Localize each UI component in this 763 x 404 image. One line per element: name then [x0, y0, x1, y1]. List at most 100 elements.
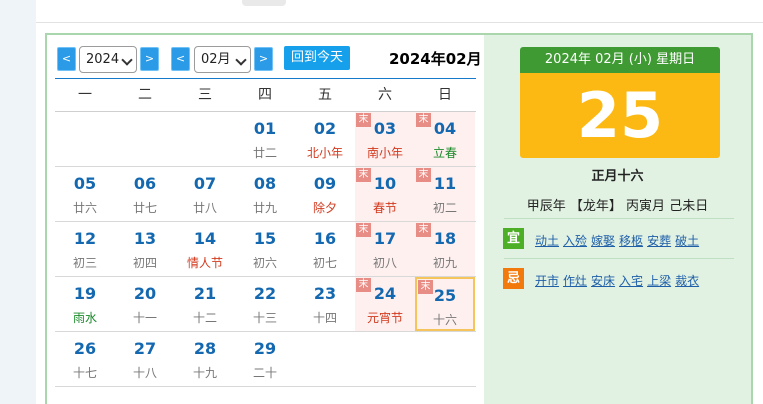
day-number: 04: [433, 119, 457, 138]
year-select[interactable]: 2024: [79, 46, 137, 73]
lunar-label: 初六: [252, 256, 277, 270]
yi-activity-link[interactable]: 破土: [675, 234, 699, 248]
day-cell[interactable]: 末 11 初二: [415, 167, 475, 221]
day-number: 07: [193, 174, 217, 193]
chevron-down-icon: [235, 54, 247, 66]
week-row: 01 廿二 02 北小年末 03 南小年末 04 立春: [55, 112, 476, 167]
prev-month-button[interactable]: <: [171, 47, 190, 71]
day-number: 25: [433, 286, 457, 305]
day-cell[interactable]: 12 初三: [55, 222, 115, 276]
day-cell[interactable]: 14 情人节: [175, 222, 235, 276]
day-cell[interactable]: 06 廿七: [115, 167, 175, 221]
week-row: 26 十七 27 十八 28 十九 29 二十: [55, 332, 476, 387]
next-month-button[interactable]: >: [254, 47, 273, 71]
weekday-label: 四: [258, 87, 272, 103]
lunar-label: 十九: [192, 366, 217, 380]
top-tab-handle[interactable]: [242, 0, 286, 6]
day-cell[interactable]: 21 十二: [175, 277, 235, 331]
day-cell[interactable]: 07 廿八: [175, 167, 235, 221]
ji-activity-link[interactable]: 安床: [591, 274, 615, 288]
day-detail-panel: 2024年 02月 (小) 星期日 25 正月十六 甲辰年 【龙年】 丙寅月 己…: [484, 35, 751, 404]
day-cell[interactable]: 末 24 元宵节: [355, 277, 415, 331]
day-number: 28: [193, 339, 217, 358]
empty-cell: [295, 332, 355, 386]
yi-activity-link[interactable]: 移柩: [619, 234, 643, 248]
calendar-widget: < 2024 > < 02月 > 回到今天 2024年02月 一二三四五六日 0…: [45, 33, 753, 404]
week-row: 05 廿六 06 廿七 07 廿八 08 廿九 09 除夕末 10 春节末 11 初二: [55, 167, 476, 222]
lunar-label: 除夕: [312, 201, 337, 215]
top-bar: [36, 0, 763, 23]
day-number: 05: [73, 174, 97, 193]
prev-year-button[interactable]: <: [57, 47, 76, 71]
weekday-header: 一二三四五六日: [55, 78, 476, 112]
day-cell[interactable]: 02 北小年: [295, 112, 355, 166]
yi-activities: 动土 入殓 嫁娶 移柩 安葬 破土: [535, 232, 703, 249]
day-cell[interactable]: 05 廿六: [55, 167, 115, 221]
day-cell[interactable]: 末 03 南小年: [355, 112, 415, 166]
lunar-label: 二十: [252, 366, 277, 380]
day-number: 15: [253, 229, 277, 248]
day-cell[interactable]: 28 十九: [175, 332, 235, 386]
weekday-label: 日: [438, 87, 452, 103]
yi-badge: 宜: [503, 228, 524, 249]
day-number: 01: [253, 119, 277, 138]
empty-cell: [115, 112, 175, 166]
day-cell[interactable]: 末 25 十六: [415, 277, 475, 331]
yi-activity-link[interactable]: 入殓: [563, 234, 587, 248]
yi-activity-link[interactable]: 嫁娶: [591, 234, 615, 248]
lunar-label: 元宵节: [366, 311, 403, 325]
day-cell[interactable]: 19 雨水: [55, 277, 115, 331]
day-cell[interactable]: 27 十八: [115, 332, 175, 386]
lunar-label: 初四: [132, 256, 157, 270]
day-cell[interactable]: 末 10 春节: [355, 167, 415, 221]
day-number: 27: [133, 339, 157, 358]
lunar-label: 十七: [72, 366, 97, 380]
yi-activity-link[interactable]: 动土: [535, 234, 559, 248]
month-select-value: 02月: [201, 52, 231, 67]
day-cell[interactable]: 26 十七: [55, 332, 115, 386]
day-cell[interactable]: 23 十四: [295, 277, 355, 331]
week-row: 19 雨水 20 十一 21 十二 22 十三 23 十四末 24 元宵节末 25 十六: [55, 277, 476, 332]
lunar-label: 雨水: [72, 311, 97, 325]
day-cell[interactable]: 20 十一: [115, 277, 175, 331]
day-cell[interactable]: 13 初四: [115, 222, 175, 276]
ji-activity-link[interactable]: 开市: [535, 274, 559, 288]
ji-activity-link[interactable]: 上梁: [647, 274, 671, 288]
day-number: 23: [313, 284, 337, 303]
back-to-today-button[interactable]: 回到今天: [284, 46, 350, 70]
day-cell[interactable]: 15 初六: [235, 222, 295, 276]
day-cell[interactable]: 末 18 初九: [415, 222, 475, 276]
day-number: 10: [373, 174, 397, 193]
day-cell[interactable]: 末 17 初八: [355, 222, 415, 276]
day-number: 24: [373, 284, 397, 303]
lunar-label: 十六: [432, 313, 457, 327]
day-number: 21: [193, 284, 217, 303]
lunar-label: 廿七: [132, 201, 157, 215]
next-year-button[interactable]: >: [140, 47, 159, 71]
yi-activity-link[interactable]: 安葬: [647, 234, 671, 248]
day-cell[interactable]: 09 除夕: [295, 167, 355, 221]
day-cell[interactable]: 22 十三: [235, 277, 295, 331]
lunar-label: 十四: [312, 311, 337, 325]
lunar-label: 情人节: [186, 256, 223, 270]
month-select[interactable]: 02月: [194, 46, 251, 73]
day-cell[interactable]: 01 廿二: [235, 112, 295, 166]
day-cell[interactable]: 08 廿九: [235, 167, 295, 221]
divider: [504, 218, 734, 219]
day-cell[interactable]: 末 04 立春: [415, 112, 475, 166]
day-cell[interactable]: 16 初七: [295, 222, 355, 276]
ji-activity-link[interactable]: 作灶: [563, 274, 587, 288]
lunar-label: 廿二: [252, 146, 277, 160]
day-cell[interactable]: 29 二十: [235, 332, 295, 386]
empty-cell: [175, 112, 235, 166]
day-number: 13: [133, 229, 157, 248]
ji-activity-link[interactable]: 入宅: [619, 274, 643, 288]
lunar-label: 北小年: [306, 146, 343, 160]
week-row: 12 初三 13 初四 14 情人节 15 初六 16 初七末 17 初八末 18 初九: [55, 222, 476, 277]
page: < 2024 > < 02月 > 回到今天 2024年02月 一二三四五六日 0…: [36, 0, 763, 404]
lunar-label: 十八: [132, 366, 157, 380]
lunar-label: 廿八: [192, 201, 217, 215]
lunar-label: 初三: [72, 256, 97, 270]
year-select-value: 2024: [86, 52, 120, 67]
ji-activity-link[interactable]: 裁衣: [675, 274, 699, 288]
